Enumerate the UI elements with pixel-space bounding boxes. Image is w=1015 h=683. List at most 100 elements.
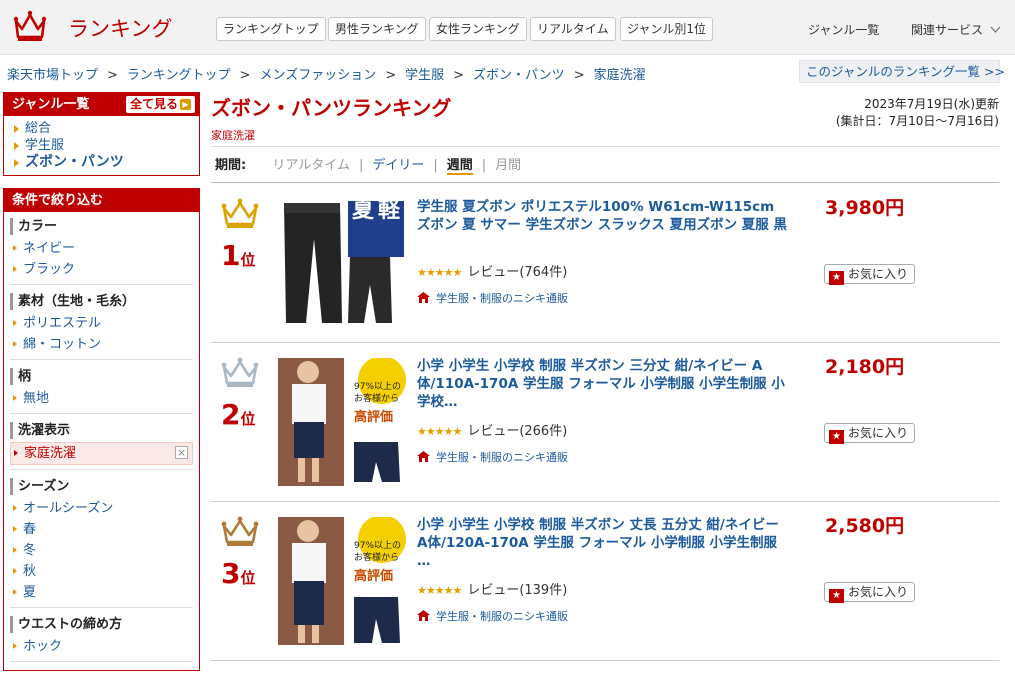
product-name-link[interactable]: 小学 小学生 小学校 制服 半ズボン 三分丈 紺/ネイビー A体/110A-17… [417,357,789,411]
filter-option[interactable]: 秋 [10,561,193,582]
rank-suffix: 位 [240,410,256,428]
shop-name: 学生服・制服のニシキ通販 [436,292,568,305]
breadcrumb-item[interactable]: ズボン・パンツ [473,68,565,83]
breadcrumb-item[interactable]: ランキングトップ [127,68,231,83]
rating-stars-icon: ★★★★★ [417,425,462,438]
rank-number: 1位 [221,239,256,272]
related-services-menu[interactable]: 関連サービス [911,21,1001,38]
period-daily[interactable]: デイリー [372,158,424,173]
review-rating[interactable]: ★★★★★ レビュー(764件) [417,261,567,280]
filter-section-material: 素材（生地・毛糸） ポリエステル 綿・コットン [10,293,193,360]
filter-option[interactable]: 春 [10,519,193,540]
nav-genre-first-button[interactable]: ジャンル別1位 [620,17,714,41]
genre-list-link[interactable]: ジャンル一覧 [808,21,879,38]
filter-option[interactable]: オールシーズン [10,498,193,519]
shop-link[interactable]: 学生服・制服のニシキ通販 [417,449,568,465]
filter-option[interactable]: ブラック [10,259,193,280]
product-name-link[interactable]: 小学 小学生 小学校 制服 半ズボン 丈長 五分丈 紺/ネイビー A体/120A… [417,516,789,570]
shop-home-icon [417,292,430,303]
thumb-text: 軽 [378,199,401,223]
genre-ranking-list-link[interactable]: このジャンルのランキング一覧 >> [799,60,1005,83]
thumb-text: 97%以上の [354,382,402,392]
filter-option-label: 家庭洗濯 [24,446,77,461]
nav-female-ranking-button[interactable]: 女性ランキング [429,17,527,41]
update-date: 2023年7月19日(水)更新 [864,97,999,111]
rank-suffix: 位 [240,251,256,269]
shop-name: 学生服・制服のニシキ通販 [436,451,568,464]
period-divider: | [481,158,487,173]
filter-option[interactable]: 冬 [10,540,193,561]
favorite-button[interactable]: ★ お気に入り [824,423,916,444]
breadcrumb-item[interactable]: メンズファッション [259,68,376,83]
genre-item-pants[interactable]: ズボン・パンツ [12,154,191,171]
update-info: 2023年7月19日(水)更新 (集計日：7月10日〜7月16日) [836,96,999,130]
arrow-right-icon: ▶ [180,99,191,110]
period-selector: 期間: リアルタイム | デイリー | 週間 | 月間 [211,146,999,183]
product-name-link[interactable]: 学生服 夏ズボン ポリエステル100% W61cm-W115cm ズボン 夏 サ… [417,198,789,234]
filter-section-season: シーズン オールシーズン 春 冬 秋 夏 [10,478,193,608]
favorite-label: お気に入り [848,585,909,599]
review-rating[interactable]: ★★★★★ レビュー(266件) [417,420,567,439]
favorite-button[interactable]: ★ お気に入り [824,582,916,603]
rank-value: 1 [221,239,241,272]
product-image[interactable]: 夏 軽 [278,199,406,327]
see-all-button[interactable]: 全て見る ▶ [125,96,195,113]
shop-link[interactable]: 学生服・制服のニシキ通販 [417,608,568,624]
nav-male-ranking-button[interactable]: 男性ランキング [328,17,426,41]
rank-value: 3 [221,557,241,590]
filter-option[interactable]: ホック [10,636,193,657]
breadcrumb: 楽天市場トップ > ランキングトップ > メンズファッション > 学生服 > ズボン・パンツ > 家… [7,64,646,83]
star-icon: ★ [829,271,844,285]
genre-box-header: ジャンル一覧 全て見る ▶ [4,93,199,116]
crown-logo-icon[interactable] [12,9,48,43]
product-price: 3,980円 [825,197,905,219]
shop-name: 学生服・制服のニシキ通販 [436,610,568,623]
filter-option[interactable]: 夏 [10,582,193,603]
filter-option[interactable]: 無地 [10,388,193,409]
filter-option[interactable]: 綿・コットン [10,334,193,355]
favorite-button[interactable]: ★ お気に入り [824,264,916,285]
nav-ranking-top-button[interactable]: ランキングトップ [216,17,326,41]
genre-box-title: ジャンル一覧 [12,97,90,112]
filter-heading: 素材（生地・毛糸） [10,293,193,310]
product-image[interactable]: 97%以上の お客様から 高評価 [278,358,406,486]
ranking-row-3: 3位 97%以上の お客様から 高評価 小学 小学生 小学校 制服 半ズボン 丈… [211,502,999,661]
shop-link[interactable]: 学生服・制服のニシキ通販 [417,290,568,306]
filter-option[interactable]: ポリエステル [10,313,193,334]
breadcrumb-item[interactable]: 楽天市場トップ [7,68,98,83]
remove-filter-icon[interactable]: × [175,446,188,459]
genre-item-school-uniform[interactable]: 学生服 [12,137,191,154]
chevron-down-icon [990,26,1001,33]
nav-realtime-button[interactable]: リアルタイム [530,17,616,41]
favorite-label: お気に入り [848,267,909,281]
filter-option[interactable]: ネイビー [10,238,193,259]
ranking-logo-text[interactable]: ランキング [68,13,172,43]
genre-item-all[interactable]: 総合 [12,120,191,137]
breadcrumb-separator: > [385,68,397,83]
product-image[interactable]: 97%以上の お客様から 高評価 [278,517,406,645]
star-icon: ★ [829,430,844,444]
thumb-text: 高評価 [354,569,394,584]
period-realtime[interactable]: リアルタイム [272,158,350,173]
top-bar: ランキング ランキングトップ 男性ランキング 女性ランキング リアルタイム ジャ… [0,0,1015,55]
filter-heading: カラー [10,218,193,235]
rank-number: 2位 [221,398,256,431]
sidebar: ジャンル一覧 全て見る ▶ 総合 学生服 ズボン・パンツ 条件で絞り込む カラー … [3,92,200,683]
period-weekly[interactable]: 週間 [446,158,473,175]
filter-box-header: 条件で絞り込む [4,189,199,212]
filter-heading: ウエストの締め方 [10,616,193,633]
rank-number: 3位 [221,557,256,590]
product-price: 2,180円 [825,356,905,378]
product-price: 2,580円 [825,515,905,537]
breadcrumb-item[interactable]: 学生服 [405,68,444,83]
period-divider: | [358,158,364,173]
filter-option-selected[interactable]: 家庭洗濯 × [10,442,193,465]
thumb-text: 夏 [352,199,375,223]
favorite-label: お気に入り [848,426,909,440]
bronze-crown-icon [221,516,259,546]
period-monthly[interactable]: 月間 [495,158,521,173]
review-rating[interactable]: ★★★★★ レビュー(139件) [417,579,567,598]
period-label: 期間: [215,158,247,173]
filter-list: カラー ネイビー ブラック 素材（生地・毛糸） ポリエステル 綿・コットン 柄 … [4,212,199,662]
breadcrumb-item[interactable]: 家庭洗濯 [594,68,646,83]
